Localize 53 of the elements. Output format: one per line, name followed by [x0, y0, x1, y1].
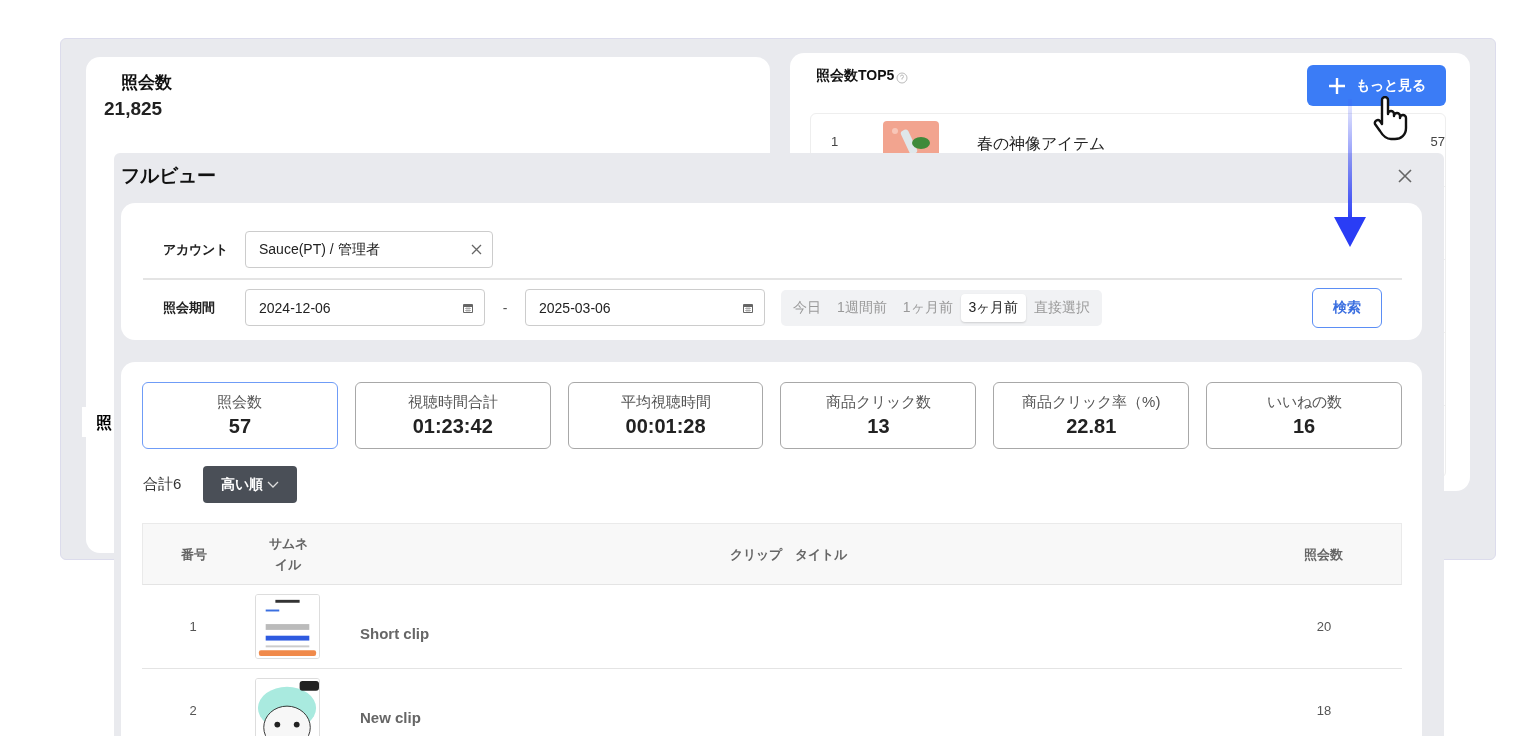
column-header: サムネイル: [267, 535, 309, 574]
metric-value: 13: [867, 415, 890, 438]
metric-tab[interactable]: 視聴時間合計 01:23:42: [354, 382, 551, 449]
column-header: 番号: [180, 545, 208, 564]
column-header: クリップ タイトル: [728, 545, 848, 564]
metric-tab[interactable]: いいねの数 16: [1206, 382, 1402, 449]
close-icon[interactable]: [1398, 168, 1412, 183]
metric-label: 平均視聴時間: [620, 393, 711, 412]
clip-title[interactable]: New clip: [330, 695, 1246, 726]
clear-icon[interactable]: [471, 244, 482, 256]
date-separator: -: [501, 299, 509, 316]
search-button[interactable]: 検索: [1312, 287, 1382, 328]
metric-tab[interactable]: 商品クリック率（%) 22.81: [993, 382, 1190, 449]
card-title: 照会数TOP5: [815, 67, 895, 85]
metric-tab[interactable]: 平均視聴時間 00:01:28: [567, 382, 764, 449]
plus-icon: [1327, 76, 1346, 95]
section-title: 照: [82, 407, 114, 437]
chevron-down-icon: [267, 480, 280, 489]
field-label: 照会期間: [162, 298, 216, 317]
metric-label: 視聴時間合計: [407, 393, 498, 412]
metric-label: 照会数: [217, 393, 263, 412]
row-number: 1: [188, 619, 198, 634]
metric-tab[interactable]: 商品クリック数 13: [780, 382, 977, 449]
calendar-icon[interactable]: [462, 301, 474, 314]
field-label: アカウント: [162, 240, 229, 259]
rank-number: 1: [831, 134, 840, 149]
more-button[interactable]: もっと見る: [1307, 65, 1446, 106]
modal-title: フルビュー: [121, 163, 216, 188]
metric-value: 57: [228, 415, 252, 438]
metric-tab[interactable]: 照会数 57: [142, 382, 338, 449]
view-count: 57: [1429, 134, 1445, 149]
card-title: 照会数: [120, 72, 173, 94]
row-number: 2: [188, 703, 198, 718]
metric-value: 16: [1292, 415, 1316, 438]
view-count: 20: [1315, 619, 1333, 634]
date-field[interactable]: 2025-03-06: [525, 289, 765, 327]
metric-value: 00:01:28: [625, 415, 706, 438]
metric-label: いいねの数: [1266, 393, 1342, 412]
period-preset[interactable]: 3ヶ月前: [960, 293, 1027, 322]
calendar-icon[interactable]: [742, 301, 754, 314]
metric-label: 商品クリック率（%): [1022, 393, 1161, 412]
date-field[interactable]: 2024-12-06: [245, 289, 485, 327]
metric-value: 01:23:42: [412, 415, 493, 438]
column-header: 照会数: [1302, 545, 1344, 564]
metric-label: 商品クリック数: [825, 393, 931, 412]
item-title: 春の神像アイテム: [976, 134, 1106, 154]
metric-value: 22.81: [1066, 415, 1117, 438]
views-total: 21,825: [104, 98, 164, 120]
account-select[interactable]: Sauce(PT) / 管理者: [245, 231, 493, 269]
total-count: 合計6: [142, 475, 182, 494]
sort-dropdown[interactable]: 高い順: [203, 466, 298, 503]
view-count: 18: [1315, 703, 1333, 718]
clip-title[interactable]: Short clip: [330, 611, 1246, 642]
